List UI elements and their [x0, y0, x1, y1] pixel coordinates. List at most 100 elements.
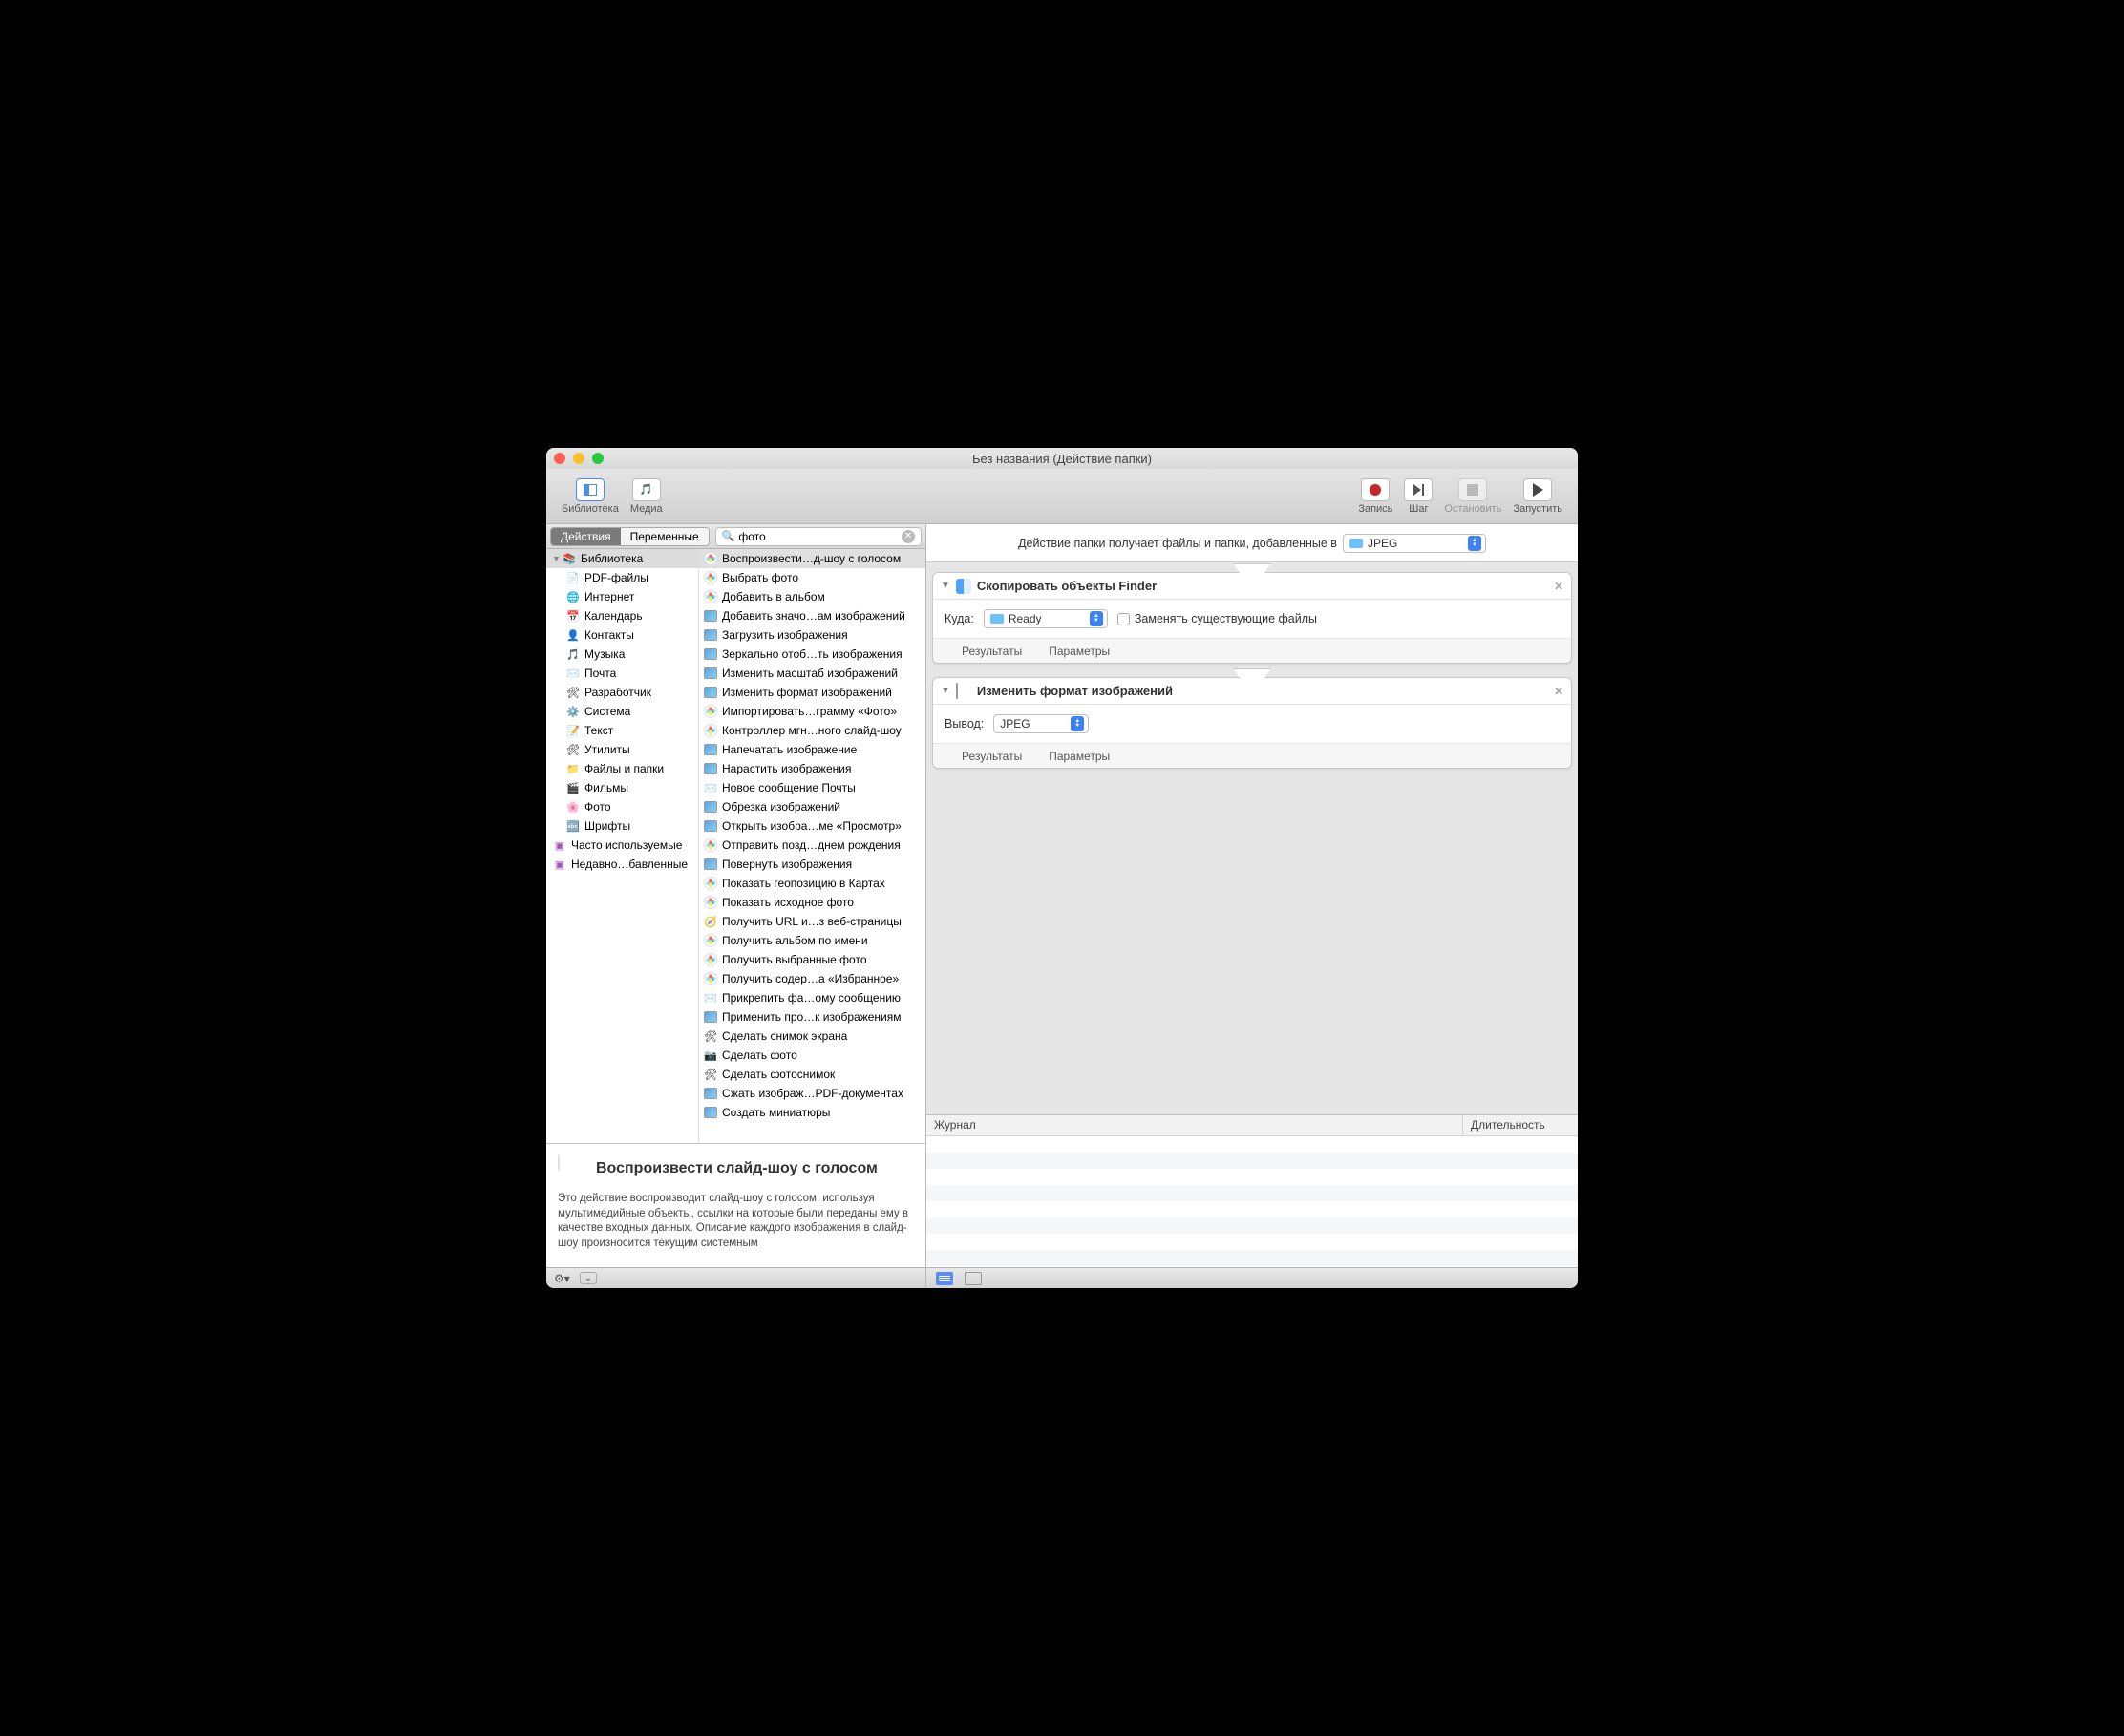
action-list-item[interactable]: Воспроизвести…д-шоу с голосом	[699, 549, 925, 568]
options-toggle[interactable]: Параметры	[1049, 750, 1110, 763]
library-category[interactable]: ✉️Почта	[546, 664, 698, 683]
action-list-item[interactable]: Создать миниатюры	[699, 1103, 925, 1122]
collapse-description-button[interactable]: ⌄	[580, 1272, 597, 1284]
log-column-journal[interactable]: Журнал	[926, 1115, 1463, 1135]
log-view-grid-button[interactable]	[965, 1272, 982, 1285]
photos-app-icon	[558, 1154, 588, 1184]
action-list-item[interactable]: Обрезка изображений	[699, 797, 925, 816]
disclosure-triangle-icon[interactable]: ▼	[941, 581, 950, 591]
step-icon	[1413, 484, 1424, 496]
remove-action-button[interactable]: ✕	[1554, 580, 1563, 593]
action-list-item[interactable]: ✉️Новое сообщение Почты	[699, 778, 925, 797]
tab-segmented-control[interactable]: Действия Переменные	[550, 527, 710, 546]
workflow-input-header: Действие папки получает файлы и папки, д…	[926, 524, 1578, 562]
action-list-item[interactable]: Напечатать изображение	[699, 740, 925, 759]
action-list-item[interactable]: Изменить масштаб изображений	[699, 664, 925, 683]
action-change-image-format[interactable]: ▼ Изменить формат изображений ✕ Вывод: J…	[932, 677, 1572, 769]
log-pane: Журнал Длительность	[926, 1114, 1578, 1267]
library-category-list: ▼📚Библиотека📄PDF-файлы🌐Интернет📅Календар…	[546, 549, 699, 1143]
action-description: Воспроизвести слайд-шоу с голосом Это де…	[546, 1143, 925, 1267]
format-selector[interactable]: JPEG ▲▼	[993, 714, 1089, 733]
library-root[interactable]: ▼📚Библиотека	[546, 549, 698, 568]
library-category[interactable]: 🎵Музыка	[546, 645, 698, 664]
action-list-item[interactable]: Импортировать…грамму «Фото»	[699, 702, 925, 721]
search-field: 🔍 ✕	[715, 527, 922, 546]
library-pane: Действия Переменные 🔍 ✕ ▼📚Библиотека📄PDF…	[546, 524, 926, 1288]
disclosure-triangle-icon[interactable]: ▼	[941, 686, 950, 696]
preview-icon	[956, 684, 971, 699]
action-list-item[interactable]: Нарастить изображения	[699, 759, 925, 778]
library-category[interactable]: 📁Файлы и папки	[546, 759, 698, 778]
replace-existing-checkbox[interactable]: Заменять существующие файлы	[1117, 612, 1317, 625]
action-list-item[interactable]: 📷Сделать фото	[699, 1046, 925, 1065]
library-category[interactable]: 🌐Интернет	[546, 587, 698, 606]
action-list-item[interactable]: Применить про…к изображениям	[699, 1007, 925, 1027]
library-category[interactable]: 📄PDF-файлы	[546, 568, 698, 587]
action-list-item[interactable]: Повернуть изображения	[699, 855, 925, 874]
action-copy-finder-items[interactable]: ▼ Скопировать объекты Finder ✕ Куда: Rea…	[932, 572, 1572, 664]
library-smart-folder[interactable]: ▣Часто используемые	[546, 836, 698, 855]
play-icon	[1533, 483, 1543, 497]
results-toggle[interactable]: Результаты	[962, 645, 1022, 658]
chevron-updown-icon: ▲▼	[1071, 716, 1084, 731]
library-smart-folder[interactable]: ▣Недавно…бавленные	[546, 855, 698, 874]
action-list-item[interactable]: Выбрать фото	[699, 568, 925, 587]
record-button[interactable]: Запись	[1352, 476, 1398, 517]
clear-search-button[interactable]: ✕	[902, 530, 915, 543]
action-list-item[interactable]: Отправить позд…днем рождения	[699, 836, 925, 855]
library-category[interactable]: ⚙️Система	[546, 702, 698, 721]
actions-list: Воспроизвести…д-шоу с голосомВыбрать фот…	[699, 549, 925, 1143]
chevron-updown-icon: ▲▼	[1090, 611, 1103, 626]
folder-icon	[1349, 539, 1363, 548]
stop-button: Остановить	[1438, 476, 1507, 517]
search-input[interactable]	[738, 530, 902, 543]
action-list-item[interactable]: Получить выбранные фото	[699, 950, 925, 969]
library-category[interactable]: 👤Контакты	[546, 625, 698, 645]
options-toggle[interactable]: Параметры	[1049, 645, 1110, 658]
step-button[interactable]: Шаг	[1398, 476, 1438, 517]
library-category[interactable]: 📅Календарь	[546, 606, 698, 625]
log-view-list-button[interactable]	[936, 1272, 953, 1285]
action-list-item[interactable]: ✉️Прикрепить фа…ому сообщению	[699, 988, 925, 1007]
media-button[interactable]: 🎵 Медиа	[625, 476, 669, 517]
action-list-item[interactable]: Загрузить изображения	[699, 625, 925, 645]
action-list-item[interactable]: 🛠Сделать снимок экрана	[699, 1027, 925, 1046]
action-list-item[interactable]: 🛠Сделать фотоснимок	[699, 1065, 925, 1084]
action-list-item[interactable]: Добавить значо…ам изображений	[699, 606, 925, 625]
library-toggle-button[interactable]: Библиотека	[556, 476, 625, 517]
log-column-duration[interactable]: Длительность	[1463, 1115, 1578, 1135]
record-icon	[1370, 484, 1381, 496]
tab-actions[interactable]: Действия	[551, 528, 621, 545]
tab-variables[interactable]: Переменные	[621, 528, 709, 545]
destination-folder-selector[interactable]: Ready ▲▼	[984, 609, 1108, 628]
action-list-item[interactable]: Получить альбом по имени	[699, 931, 925, 950]
folder-icon	[990, 614, 1004, 624]
action-list-item[interactable]: 🧭Получить URL и…з веб-страницы	[699, 912, 925, 931]
library-category[interactable]: 🛠Разработчик	[546, 683, 698, 702]
action-list-item[interactable]: Зеркально отоб…ть изображения	[699, 645, 925, 664]
workflow-canvas[interactable]: ▼ Скопировать объекты Finder ✕ Куда: Rea…	[926, 562, 1578, 1114]
media-icon: 🎵	[640, 483, 653, 496]
library-category[interactable]: 🌸Фото	[546, 797, 698, 816]
remove-action-button[interactable]: ✕	[1554, 685, 1563, 698]
library-category[interactable]: 🛠Утилиты	[546, 740, 698, 759]
action-list-item[interactable]: Открыть изобра…ме «Просмотр»	[699, 816, 925, 836]
action-list-item[interactable]: Показать исходное фото	[699, 893, 925, 912]
action-list-item[interactable]: Контроллер мгн…ного слайд-шоу	[699, 721, 925, 740]
results-toggle[interactable]: Результаты	[962, 750, 1022, 763]
titlebar: Без названия (Действие папки)	[546, 448, 1578, 469]
library-category[interactable]: 🎬Фильмы	[546, 778, 698, 797]
input-folder-selector[interactable]: JPEG ▲▼	[1343, 534, 1486, 553]
toolbar: Библиотека 🎵 Медиа Запись Шаг Остановить…	[546, 469, 1578, 524]
action-list-item[interactable]: Изменить формат изображений	[699, 683, 925, 702]
action-list-item[interactable]: Сжать изображ…PDF-документах	[699, 1084, 925, 1103]
library-category[interactable]: 📝Текст	[546, 721, 698, 740]
run-button[interactable]: Запустить	[1507, 476, 1568, 517]
library-category[interactable]: 🔤Шрифты	[546, 816, 698, 836]
action-list-item[interactable]: Получить содер…а «Избранное»	[699, 969, 925, 988]
gear-menu-button[interactable]: ⚙︎▾	[554, 1272, 570, 1285]
search-icon: 🔍	[722, 530, 735, 542]
action-list-item[interactable]: Показать геопозицию в Картах	[699, 874, 925, 893]
workflow-pane: Действие папки получает файлы и папки, д…	[926, 524, 1578, 1288]
action-list-item[interactable]: Добавить в альбом	[699, 587, 925, 606]
